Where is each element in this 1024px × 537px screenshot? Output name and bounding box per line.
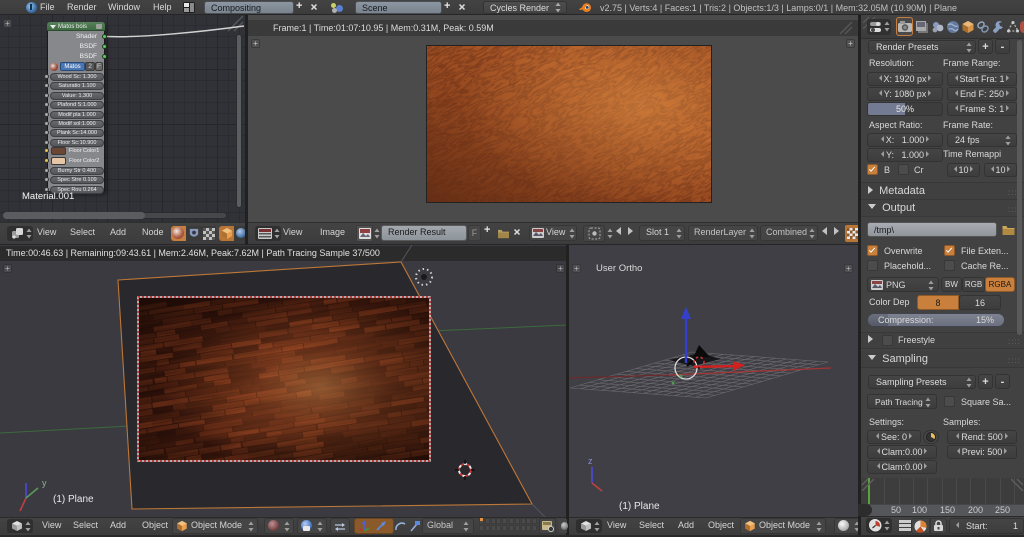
svg-text:z: z	[588, 456, 593, 466]
svg-text:y: y	[42, 478, 47, 488]
svg-text:(1) Plane: (1) Plane	[619, 501, 660, 512]
svg-text:(1) Plane: (1) Plane	[53, 494, 94, 505]
